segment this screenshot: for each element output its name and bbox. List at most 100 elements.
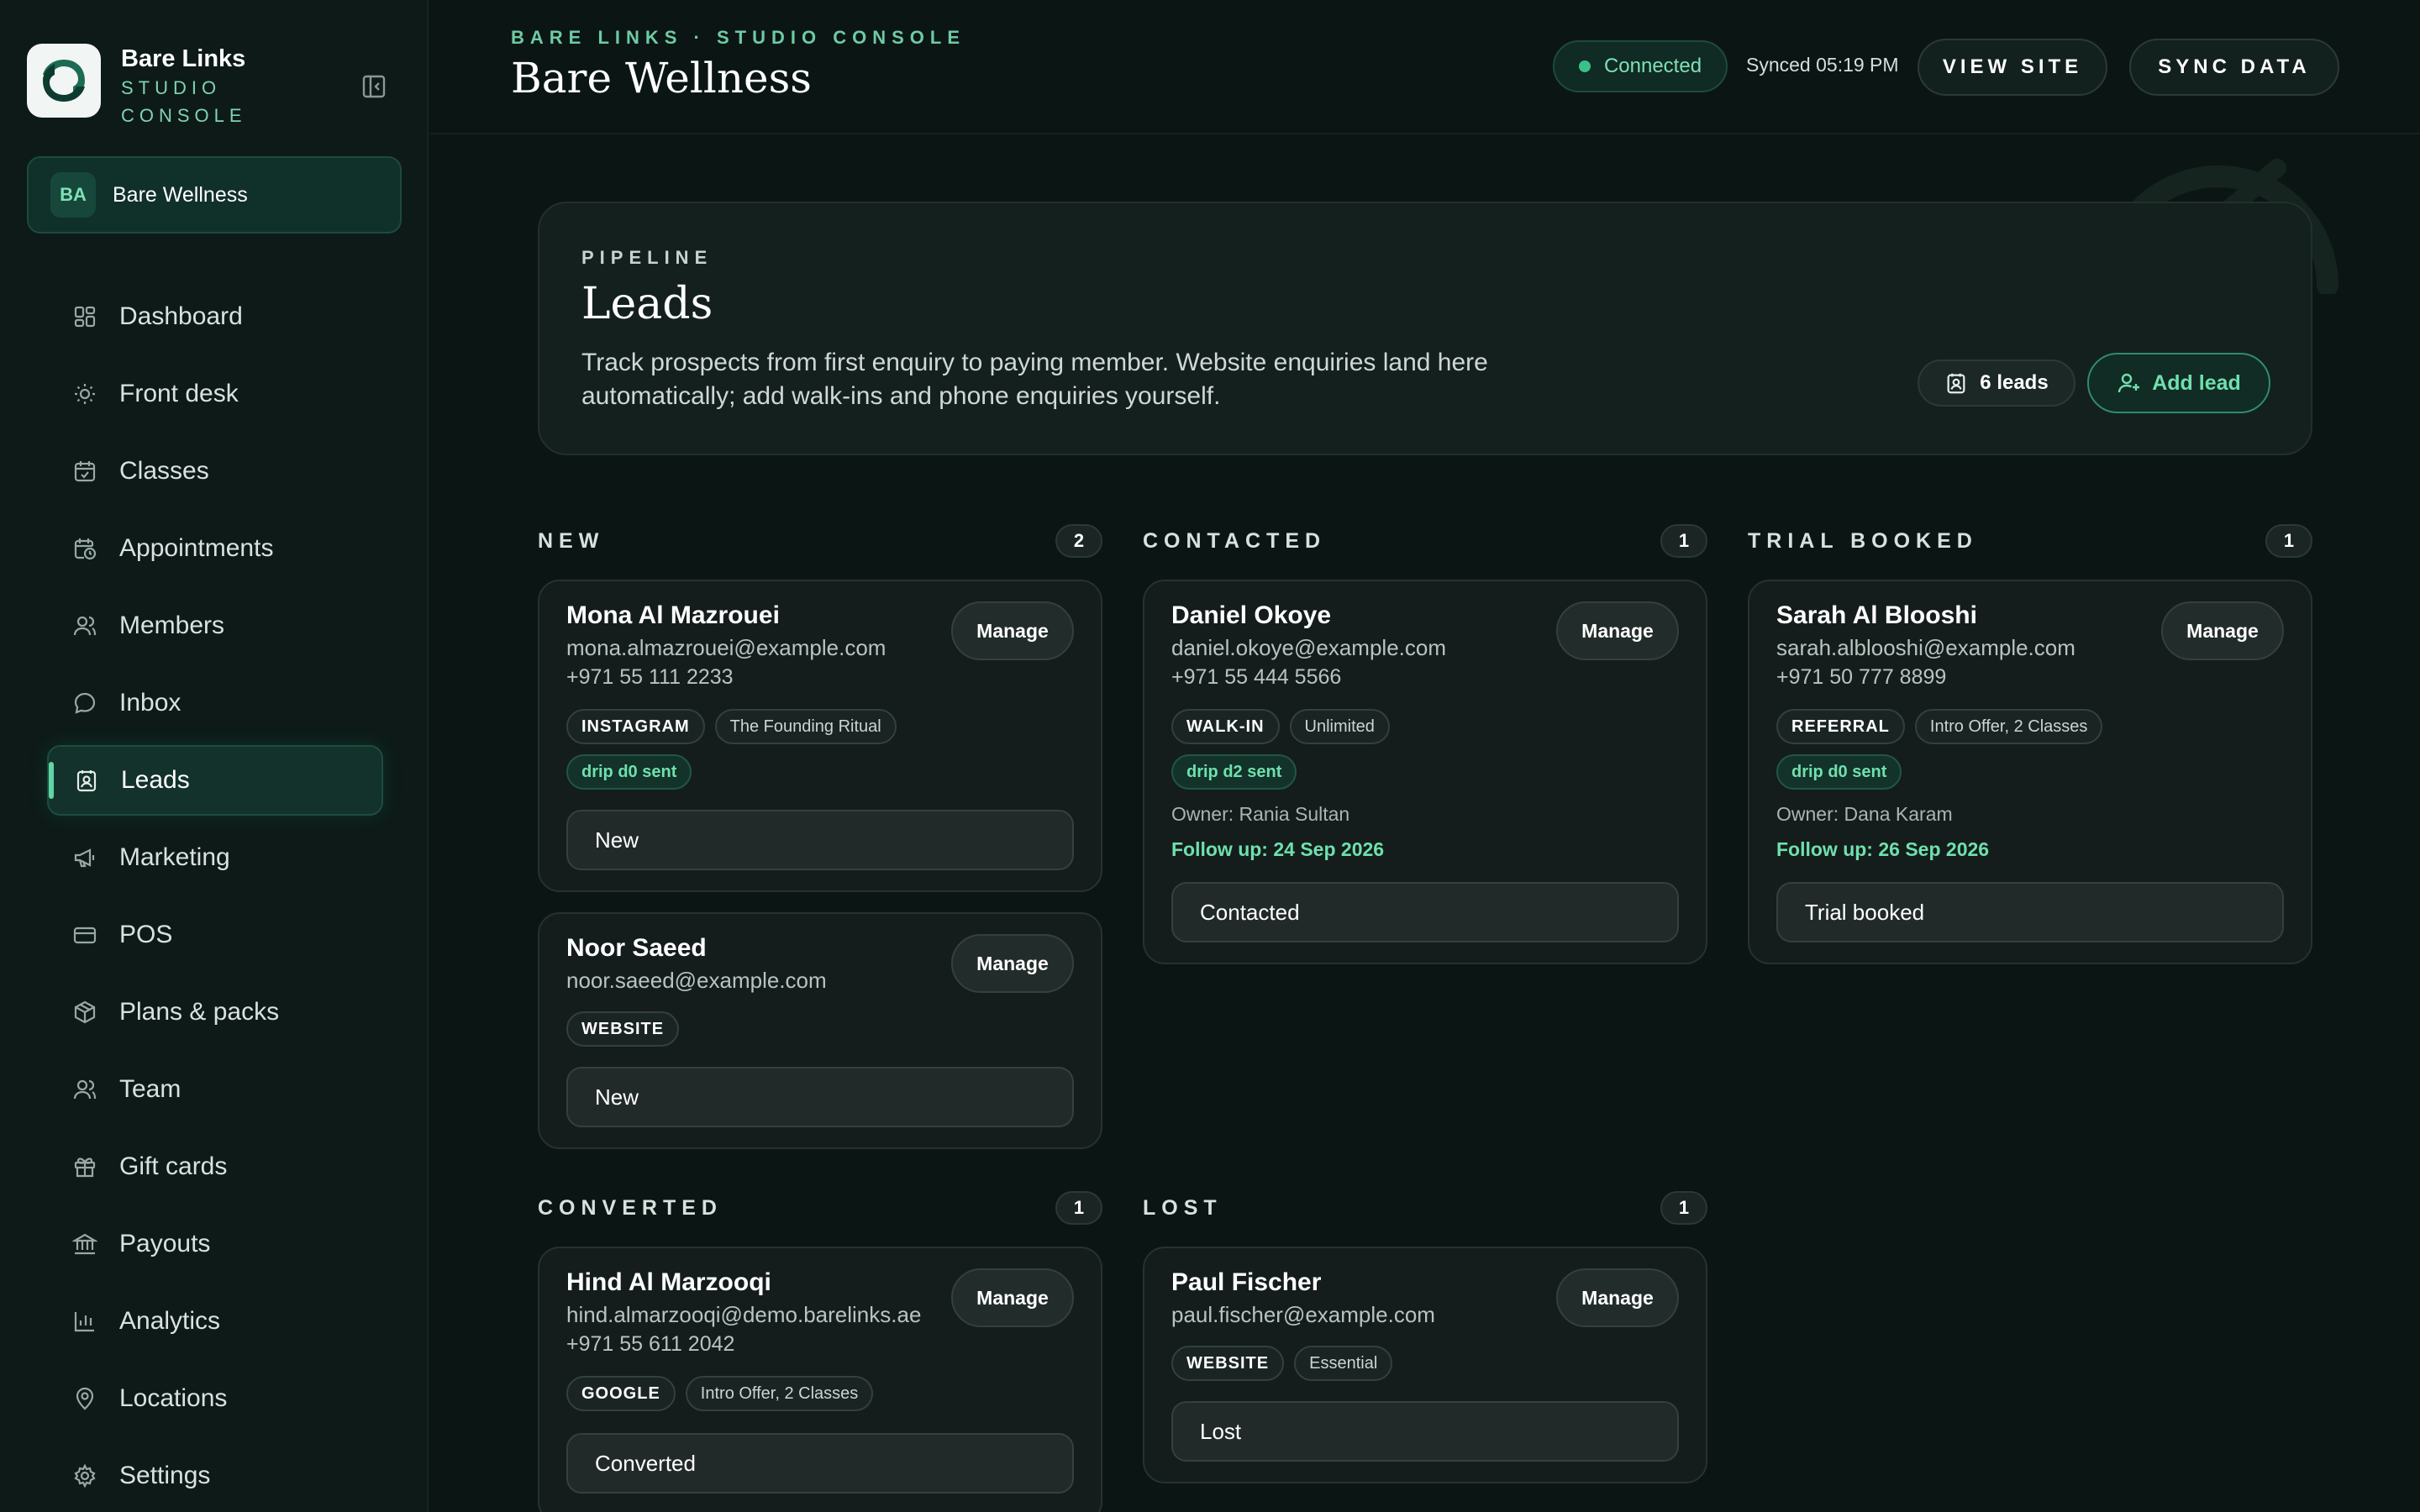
lead-phone: +971 50 777 8899 xyxy=(1776,665,1947,689)
lead-tags: drip d0 sent xyxy=(1776,754,1912,790)
lead-card[interactable]: Daniel Okoye daniel.okoye@example.com +9… xyxy=(1143,580,1707,964)
lead-owner: Owner: Dana Karam xyxy=(1776,803,1953,825)
contact-icon xyxy=(1944,371,1968,395)
section-eyebrow: PIPELINE xyxy=(581,247,713,268)
sidebar-item-analytics[interactable]: Analytics xyxy=(47,1286,383,1357)
manage-button[interactable]: Manage xyxy=(1556,1268,1679,1327)
status-select[interactable]: New xyxy=(566,1067,1074,1127)
manage-button[interactable]: Manage xyxy=(951,934,1074,993)
add-lead-button[interactable]: Add lead xyxy=(2087,353,2270,413)
column-count-badge: 2 xyxy=(1055,524,1102,558)
sidebar-item-label: Classes xyxy=(119,457,209,485)
status-select[interactable]: Lost xyxy=(1171,1401,1679,1462)
manage-button[interactable]: Manage xyxy=(2161,601,2284,660)
lead-name: Sarah Al Blooshi xyxy=(1776,601,1977,629)
column-header-lost: LOST 1 xyxy=(1143,1189,1707,1226)
megaphone-icon xyxy=(71,843,99,872)
column-count-badge: 1 xyxy=(2265,524,2312,558)
lead-name: Noor Saeed xyxy=(566,934,707,962)
sidebar-item-label: Inbox xyxy=(119,689,182,717)
sync-data-button[interactable]: SYNC DATA xyxy=(2129,39,2339,96)
sidebar-item-members[interactable]: Members xyxy=(47,591,383,661)
column-label: TRIAL BOOKED xyxy=(1748,529,1978,553)
lead-email: sarah.alblooshi@example.com xyxy=(1776,635,2075,660)
sidebar-item-label: Front desk xyxy=(119,380,239,407)
sidebar-item-marketing[interactable]: Marketing xyxy=(47,822,383,893)
brand-name: Bare Links xyxy=(121,45,246,72)
lead-tags: REFERRAL Intro Offer, 2 Classes xyxy=(1776,709,2112,744)
lead-card[interactable]: Hind Al Marzooqi hind.almarzooqi@demo.ba… xyxy=(538,1247,1102,1512)
lead-tags: drip d2 sent xyxy=(1171,754,1307,790)
column-label: CONTACTED xyxy=(1143,529,1327,553)
status-select[interactable]: New xyxy=(566,810,1074,870)
lead-name: Paul Fischer xyxy=(1171,1268,1322,1296)
sidebar-item-settings[interactable]: Settings xyxy=(47,1441,383,1511)
page-title: Bare Wellness xyxy=(511,54,812,102)
follow-up-date: Follow up: 24 Sep 2026 xyxy=(1171,838,1385,860)
sidebar-item-classes[interactable]: Classes xyxy=(47,436,383,507)
sidebar-item-label: Payouts xyxy=(119,1230,211,1257)
lead-count-badge: 6 leads xyxy=(1918,360,2075,407)
sidebar-item-plans[interactable]: Plans & packs xyxy=(47,977,383,1047)
sidebar-item-team[interactable]: Team xyxy=(47,1054,383,1125)
lead-card[interactable]: Paul Fischer paul.fischer@example.com Ma… xyxy=(1143,1247,1707,1483)
connection-status-label: Connected xyxy=(1603,55,1702,77)
sidebar-item-appointments[interactable]: Appointments xyxy=(47,513,383,584)
plan-badge: The Founding Ritual xyxy=(714,709,897,744)
lead-tags: GOOGLE Intro Offer, 2 Classes xyxy=(566,1376,883,1411)
column-label: LOST xyxy=(1143,1196,1223,1220)
lead-tags: WEBSITE xyxy=(566,1011,689,1047)
lead-name: Mona Al Mazrouei xyxy=(566,601,780,629)
card-icon xyxy=(71,921,99,949)
drip-badge: drip d2 sent xyxy=(1171,754,1297,790)
lead-tags: WEBSITE Essential xyxy=(1171,1346,1402,1381)
lead-tags: drip d0 sent xyxy=(566,754,702,790)
sidebar-item-label: Team xyxy=(119,1075,182,1103)
source-badge: GOOGLE xyxy=(566,1376,676,1411)
sidebar-item-front-desk[interactable]: Front desk xyxy=(47,359,383,429)
lead-phone: +971 55 611 2042 xyxy=(566,1332,735,1356)
lead-card[interactable]: Mona Al Mazrouei mona.almazrouei@example… xyxy=(538,580,1102,892)
source-badge: WEBSITE xyxy=(566,1011,680,1047)
status-select[interactable]: Contacted xyxy=(1171,882,1679,942)
sidebar-item-gift-cards[interactable]: Gift cards xyxy=(47,1131,383,1202)
column-header-trial-booked: TRIAL BOOKED 1 xyxy=(1748,522,2312,559)
lead-email: paul.fischer@example.com xyxy=(1171,1302,1435,1327)
sidebar-item-label: Dashboard xyxy=(119,302,243,330)
sidebar-item-pos[interactable]: POS xyxy=(47,900,383,970)
source-badge: REFERRAL xyxy=(1776,709,1905,744)
follow-up-date: Follow up: 26 Sep 2026 xyxy=(1776,838,1990,860)
column-label: NEW xyxy=(538,529,605,553)
sidebar-item-label: POS xyxy=(119,921,173,948)
view-site-button[interactable]: VIEW SITE xyxy=(1918,39,2107,96)
manage-button[interactable]: Manage xyxy=(1556,601,1679,660)
brand-logo-icon xyxy=(27,44,101,118)
sidebar-item-label: Analytics xyxy=(119,1307,221,1335)
sidebar-item-leads[interactable]: Leads xyxy=(47,745,383,816)
contact-icon xyxy=(72,766,101,795)
sidebar-item-label: Marketing xyxy=(119,843,230,871)
sidebar-item-label: Locations xyxy=(119,1384,228,1412)
status-select[interactable]: Converted xyxy=(566,1433,1074,1494)
lead-card[interactable]: Noor Saeed noor.saeed@example.com Manage… xyxy=(538,912,1102,1149)
sidebar-item-payouts[interactable]: Payouts xyxy=(47,1209,383,1279)
manage-button[interactable]: Manage xyxy=(951,1268,1074,1327)
lead-phone: +971 55 111 2233 xyxy=(566,665,734,689)
collapse-sidebar-icon[interactable] xyxy=(360,72,388,101)
sidebar-item-inbox[interactable]: Inbox xyxy=(47,668,383,738)
sidebar-item-dashboard[interactable]: Dashboard xyxy=(47,281,383,352)
manage-button[interactable]: Manage xyxy=(951,601,1074,660)
status-select[interactable]: Trial booked xyxy=(1776,882,2284,942)
plan-badge: Intro Offer, 2 Classes xyxy=(1914,709,2103,744)
lead-email: daniel.okoye@example.com xyxy=(1171,635,1447,660)
sidebar-item-locations[interactable]: Locations xyxy=(47,1363,383,1434)
workspace-switcher[interactable]: BA Bare Wellness xyxy=(27,156,402,234)
plan-badge: Unlimited xyxy=(1289,709,1390,744)
brand[interactable]: Bare Links STUDIO CONSOLE xyxy=(27,44,247,129)
sidebar-item-label: Members xyxy=(119,612,225,639)
lead-name: Daniel Okoye xyxy=(1171,601,1332,629)
plan-badge: Essential xyxy=(1294,1346,1393,1381)
lead-tags: INSTAGRAM The Founding Ritual xyxy=(566,709,907,744)
plan-badge: Intro Offer, 2 Classes xyxy=(685,1376,874,1411)
lead-card[interactable]: Sarah Al Blooshi sarah.alblooshi@example… xyxy=(1748,580,2312,964)
